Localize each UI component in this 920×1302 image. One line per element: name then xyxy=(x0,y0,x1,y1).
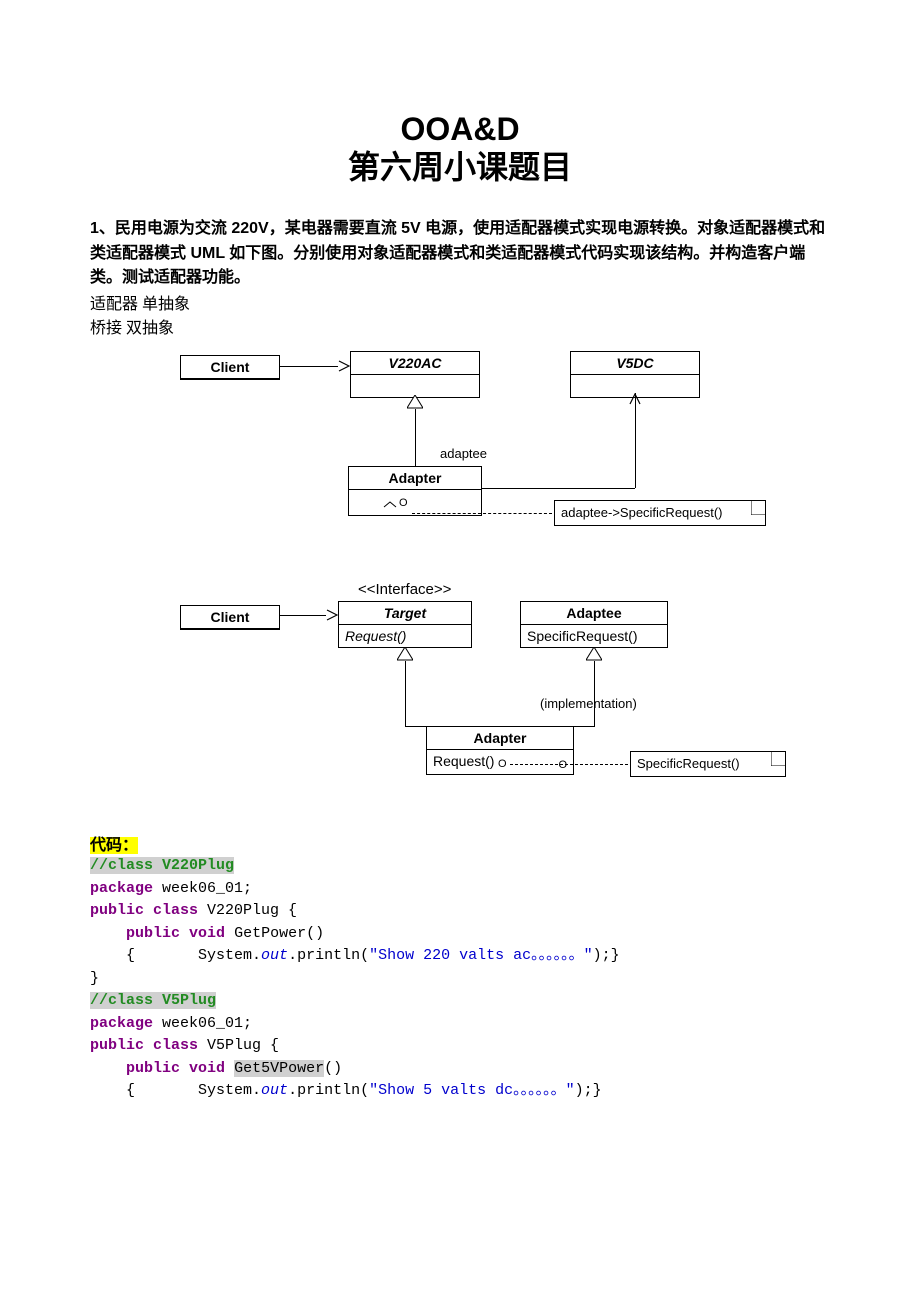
note-line-2: 桥接 双抽象 xyxy=(90,317,830,341)
interface-target: Target Request() xyxy=(338,601,472,648)
comment-v220plug: //class V220Plug xyxy=(90,857,234,874)
question-text: 1、民用电源为交流 220V，某电器需要直流 5V 电源，使用适配器模式实现电源… xyxy=(90,217,830,291)
class-v5dc-name: V5DC xyxy=(571,352,699,375)
target-method: Request() xyxy=(339,625,471,647)
title-line-1: OOA&D xyxy=(90,110,830,148)
note-text-2: SpecificRequest() xyxy=(637,756,740,771)
arrow-icon xyxy=(629,393,641,405)
code-label: 代码： xyxy=(90,837,138,854)
class-client-2-name: Client xyxy=(181,606,279,629)
class-client-2: Client xyxy=(180,605,280,630)
class-v5dc: V5DC xyxy=(570,351,700,398)
note-line-1: 适配器 单抽象 xyxy=(90,293,830,317)
adapter-2-name: Adapter xyxy=(427,727,573,750)
title-line-2: 第六周小课题目 xyxy=(90,148,830,186)
class-adapter: Adapter O xyxy=(348,466,482,516)
note-specific-request: adaptee->SpecificRequest() xyxy=(554,500,766,526)
page-title: OOA&D 第六周小课题目 xyxy=(90,110,830,187)
class-adaptee: Adaptee SpecificRequest() xyxy=(520,601,668,648)
inherit-icon xyxy=(407,395,423,409)
comment-v5plug: //class V5Plug xyxy=(90,992,216,1009)
class-client: Client xyxy=(180,355,280,380)
class-v220ac-name: V220AC xyxy=(351,352,479,375)
inherit-icon xyxy=(586,647,602,661)
adapter-2-method: Request() xyxy=(433,753,494,769)
implementation-label: (implementation) xyxy=(540,696,637,711)
interface-tag: <<Interface>> xyxy=(358,581,451,598)
inherit-icon xyxy=(397,647,413,661)
target-name: Target xyxy=(339,602,471,625)
uml-diagram-class-adapter: <<Interface>> Client Target Request() Ad… xyxy=(140,581,820,811)
code-block: 代码： //class V220Plug package week06_01; … xyxy=(90,831,830,1103)
code-listing: //class V220Plug package week06_01; publ… xyxy=(90,855,830,1103)
note-text: adaptee->SpecificRequest() xyxy=(561,505,723,520)
adaptee-name: Adaptee xyxy=(521,602,667,625)
arrow-icon xyxy=(338,360,350,372)
uml-diagram-object-adapter: Client V220AC V5DC Adapter O xyxy=(140,351,820,541)
adaptee-method: SpecificRequest() xyxy=(521,625,667,647)
class-v220ac: V220AC xyxy=(350,351,480,398)
arrow-icon xyxy=(326,609,338,621)
adaptee-label: adaptee xyxy=(440,446,487,461)
note-specific-request-2: SpecificRequest() xyxy=(630,751,786,777)
notes-block: 适配器 单抽象 桥接 双抽象 xyxy=(90,293,830,341)
class-adapter-name: Adapter xyxy=(349,467,481,490)
class-client-name: Client xyxy=(181,356,279,379)
